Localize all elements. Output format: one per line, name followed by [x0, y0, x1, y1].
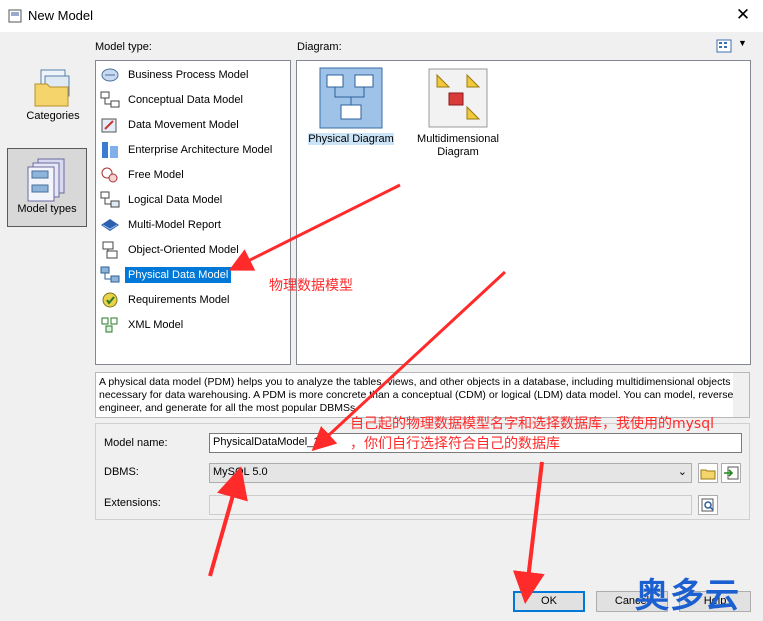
multidimensional-diagram-icon — [428, 68, 488, 128]
description-text: A physical data model (PDM) helps you to… — [99, 376, 737, 414]
list-item-physical-data[interactable]: Physical Data Model — [99, 264, 232, 286]
dbms-select-value: MySQL 5.0 — [213, 466, 268, 478]
description-scrollbar[interactable] — [733, 373, 749, 417]
report-icon — [101, 219, 119, 231]
diagram-item-multidimensional[interactable]: Multidimensional Diagram — [413, 67, 503, 159]
title-bar: New Model ✕ — [0, 0, 763, 32]
watermark: 奥多云 — [635, 576, 740, 616]
browse-dbms-button[interactable] — [698, 463, 718, 483]
import-dbms-button[interactable] — [721, 463, 741, 483]
select-extensions-button[interactable] — [698, 495, 718, 515]
conceptual-data-icon — [100, 91, 120, 108]
category-model-types[interactable]: Model types — [7, 148, 87, 227]
extensions-label: Extensions: — [104, 497, 161, 509]
extensions-input[interactable] — [209, 495, 692, 515]
category-label: Model types — [17, 203, 77, 215]
app-icon — [8, 9, 22, 23]
physical-data-icon — [100, 266, 120, 283]
chevron-down-icon: ⌄ — [677, 466, 687, 478]
model-name-label: Model name: — [104, 437, 168, 449]
window-title: New Model — [28, 8, 94, 23]
close-icon[interactable]: ✕ — [733, 5, 753, 25]
free-model-icon — [101, 167, 118, 183]
enterprise-architecture-icon — [102, 142, 118, 158]
list-item-multi-model-report[interactable]: Multi-Model Report — [99, 214, 224, 236]
diagram-label-physical: Physical Diagram — [308, 133, 394, 145]
dbms-label: DBMS: — [104, 466, 139, 478]
annotation-name-line2: ，你们自行选择符合自己的数据库 — [350, 436, 560, 452]
diagram-item-physical[interactable]: Physical Diagram — [306, 67, 396, 146]
list-item-requirements[interactable]: Requirements Model — [99, 289, 233, 311]
diagram-label: Diagram: — [297, 41, 342, 53]
list-item-conceptual-data[interactable]: Conceptual Data Model — [99, 89, 246, 111]
list-item-enterprise-architecture[interactable]: Enterprise Architecture Model — [99, 139, 275, 161]
object-oriented-icon — [102, 241, 118, 259]
model-type-list[interactable]: Business Process Model Conceptual Data M… — [95, 60, 291, 365]
model-types-icon — [27, 158, 65, 202]
physical-diagram-icon — [319, 67, 383, 129]
category-label: Categories — [26, 110, 80, 122]
logical-data-icon — [100, 191, 120, 208]
annotation-name-line1: 自己起的物理数据模型名字和选择数据库，我使用的mysql — [350, 416, 714, 432]
category-categories[interactable]: Categories — [13, 66, 93, 136]
diagram-label-multidimensional: Multidimensional Diagram — [417, 133, 499, 158]
list-item-business-process[interactable]: Business Process Model — [99, 64, 251, 86]
dbms-select[interactable]: MySQL 5.0 ⌄ — [209, 463, 692, 483]
view-mode-button[interactable]: ▼ — [716, 38, 748, 54]
model-type-label: Model type: — [95, 41, 152, 53]
list-item-data-movement[interactable]: Data Movement Model — [99, 114, 242, 136]
grid-view-icon — [716, 39, 732, 53]
annotation-physical-model: 物理数据模型 — [269, 278, 353, 294]
folder-icon — [700, 469, 716, 480]
magnifier-icon — [701, 498, 714, 512]
business-process-icon — [101, 68, 119, 82]
list-item-free-model[interactable]: Free Model — [99, 164, 187, 186]
list-item-logical-data[interactable]: Logical Data Model — [99, 189, 225, 211]
folder-stack-icon — [34, 69, 70, 107]
requirements-icon — [102, 292, 118, 308]
list-item-object-oriented[interactable]: Object-Oriented Model — [99, 239, 242, 261]
model-description: A physical data model (PDM) helps you to… — [95, 372, 750, 418]
import-icon — [724, 466, 739, 480]
diagram-list[interactable]: Physical Diagram Multidimensional Diagra… — [296, 60, 751, 365]
ok-button[interactable]: OK — [513, 591, 585, 612]
xml-icon — [101, 317, 118, 333]
chevron-down-icon: ▼ — [738, 38, 747, 48]
list-item-xml[interactable]: XML Model — [99, 314, 186, 336]
data-movement-icon — [101, 118, 117, 133]
